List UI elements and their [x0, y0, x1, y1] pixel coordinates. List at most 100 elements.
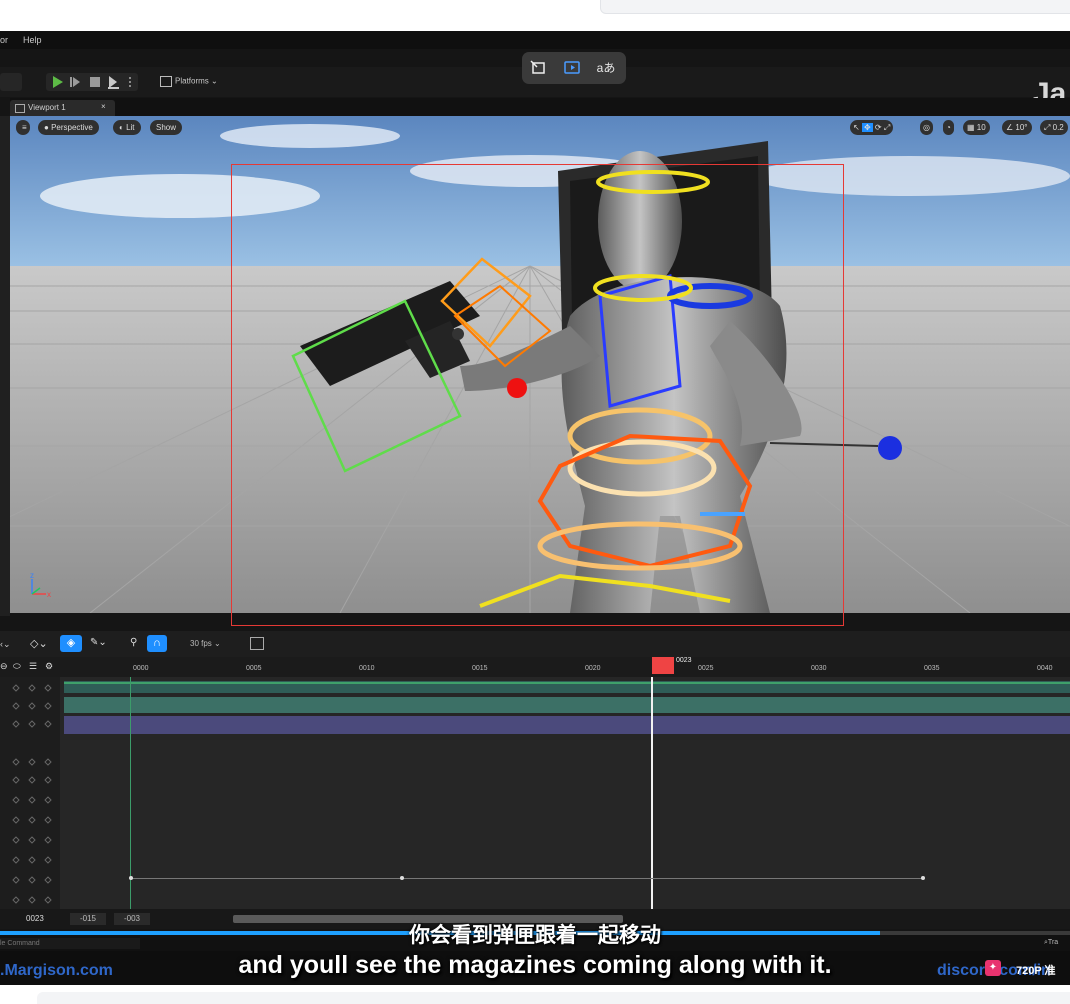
- keyframe-dot[interactable]: [921, 876, 925, 880]
- sequencer-toolbar: ‹⌄ ◇⌄ ◈ ✎⌄ ⚲ ∩ 30 fps ⌄: [0, 631, 1070, 657]
- rotation-snap[interactable]: ∠ 10°: [1002, 120, 1032, 135]
- sequencer-menu-chevron[interactable]: ‹⌄: [0, 639, 11, 650]
- translate-icon[interactable]: aあ: [596, 58, 616, 78]
- track-controls: [0, 677, 60, 909]
- viewport-tab-label: Viewport 1: [28, 103, 66, 112]
- blue-control[interactable]: [878, 436, 902, 460]
- screen-exit-icon[interactable]: [528, 58, 548, 78]
- subtitle-english: and youll see the magazines coming along…: [238, 951, 832, 979]
- move-icon[interactable]: ✥: [861, 123, 873, 132]
- playhead-marker[interactable]: [652, 657, 674, 674]
- camera-icon: ●: [44, 123, 52, 132]
- selection-highlight-rect: [231, 164, 844, 626]
- video-icon[interactable]: [562, 58, 582, 78]
- chevron-down-icon: ⌄: [211, 76, 218, 86]
- menu-item-editor[interactable]: or: [0, 35, 8, 45]
- curve-line: [130, 878, 924, 879]
- snap-magnet-button[interactable]: ∩: [147, 635, 167, 652]
- curve-editor-icon[interactable]: [250, 637, 264, 650]
- grid-snap-value: 10: [976, 123, 986, 132]
- track-bar[interactable]: [64, 716, 1070, 734]
- select-icon[interactable]: ↖: [853, 123, 860, 132]
- sequencer-tracks[interactable]: [0, 677, 1070, 909]
- ruler-tick: 0005: [246, 665, 262, 672]
- keyframe-dot[interactable]: [129, 876, 133, 880]
- platforms-button[interactable]: Platforms ⌄: [160, 76, 218, 87]
- grid-snap[interactable]: ▦ 10: [963, 120, 990, 135]
- ruler-tick: 0020: [585, 665, 601, 672]
- angle-icon: ∠: [1006, 123, 1016, 132]
- grid-icon: ▦: [967, 123, 977, 132]
- rotate-icon[interactable]: ⟳: [875, 123, 882, 132]
- world-local-toggle[interactable]: ◎: [920, 120, 933, 135]
- close-icon[interactable]: ×: [101, 102, 106, 111]
- ruler-tick: 0010: [359, 665, 375, 672]
- platforms-label: Platforms: [175, 76, 209, 86]
- mode-dropdown[interactable]: [0, 73, 22, 91]
- keyframe-dot[interactable]: [400, 876, 404, 880]
- track-key-icons: [12, 684, 52, 904]
- step-icon[interactable]: [73, 77, 80, 87]
- track-line: [64, 682, 1070, 684]
- ruler-tick: 0035: [924, 665, 940, 672]
- viewport-menu-button[interactable]: ≡: [16, 120, 30, 135]
- svg-text:z: z: [30, 571, 34, 580]
- show-button[interactable]: Show: [150, 120, 183, 135]
- lit-icon: ◐: [119, 123, 127, 132]
- auto-key-button[interactable]: ◈: [60, 635, 82, 652]
- brush-icon[interactable]: ✎⌄: [90, 637, 107, 648]
- track-bar[interactable]: [64, 697, 1070, 713]
- playhead-frame-label: 0023: [676, 657, 692, 664]
- video-overlay-controls: aあ: [522, 52, 626, 84]
- platforms-icon: [160, 76, 172, 87]
- viewport-tab-row: Viewport 1 ×: [10, 98, 1070, 116]
- solo-icon[interactable]: ⬭: [13, 661, 21, 672]
- ruler-tick: 0030: [811, 665, 827, 672]
- video-player[interactable]: or Help Platforms ⌄ aあ Ja Viewport 1 × z…: [0, 31, 1070, 985]
- lit-label: Lit: [126, 123, 135, 132]
- playhead-line[interactable]: [651, 677, 653, 909]
- rotation-snap-value: 10°: [1015, 123, 1028, 132]
- scale-snap-value: 0.2: [1052, 123, 1064, 132]
- browser-bottom-bar: [37, 992, 1070, 1004]
- play-controls-icons: [53, 76, 131, 89]
- viewport-grid-icon: [15, 104, 25, 113]
- stop-icon[interactable]: [90, 77, 100, 87]
- show-label: Show: [156, 123, 177, 132]
- perspective-button[interactable]: ● Perspective: [38, 120, 99, 135]
- globe-icon: ◎: [923, 123, 930, 132]
- track-filter-icons: ⊖ ⬭ ☰ ⚙: [0, 659, 60, 675]
- list-icon[interactable]: ☰: [29, 661, 37, 672]
- eject-icon[interactable]: [109, 76, 117, 88]
- scale-snap-icon: ⤢: [1044, 123, 1053, 132]
- fps-label: 30 fps: [190, 639, 212, 648]
- editor-menubar: or Help: [0, 31, 1070, 49]
- lit-button[interactable]: ◐ Lit: [113, 120, 141, 135]
- start-marker-line: [130, 677, 131, 909]
- surface-snap-icon: ◔: [946, 123, 951, 132]
- surface-snap-toggle[interactable]: ◔: [943, 120, 954, 135]
- ruler-tick: 0025: [698, 665, 714, 672]
- play-controls: [46, 73, 138, 91]
- ruler-tick: 0000: [133, 665, 149, 672]
- scale-icon[interactable]: ⤢: [884, 123, 890, 132]
- browser-search-box[interactable]: [600, 0, 1070, 14]
- viewport-tab[interactable]: Viewport 1 ×: [10, 100, 115, 116]
- subtitle-chinese: 你会看到弹匣跟着一起移动: [409, 924, 661, 947]
- ruler-tick: 0015: [472, 665, 488, 672]
- gear-icon[interactable]: ⚙: [45, 661, 53, 672]
- ruler-tick: 0040: [1037, 665, 1053, 672]
- marker-icon[interactable]: ⚲: [130, 637, 137, 648]
- play-icon[interactable]: [53, 76, 63, 88]
- eye-icon[interactable]: ⊖: [0, 661, 8, 672]
- cloud: [220, 124, 400, 148]
- key-icon[interactable]: ◇⌄: [30, 637, 48, 650]
- svg-text:x: x: [47, 590, 51, 599]
- menu-item-help[interactable]: Help: [23, 35, 42, 45]
- fps-dropdown[interactable]: 30 fps ⌄: [190, 639, 221, 648]
- scale-snap[interactable]: ⤢ 0.2: [1040, 120, 1068, 135]
- perspective-label: Perspective: [51, 123, 93, 132]
- left-panel-edge: [0, 116, 10, 616]
- timeline-ruler[interactable]: 0000 0005 0010 0015 0020 0025 0030 0035 …: [0, 657, 1070, 677]
- transform-tools: ↖ ✥ ⟳ ⤢: [850, 120, 894, 135]
